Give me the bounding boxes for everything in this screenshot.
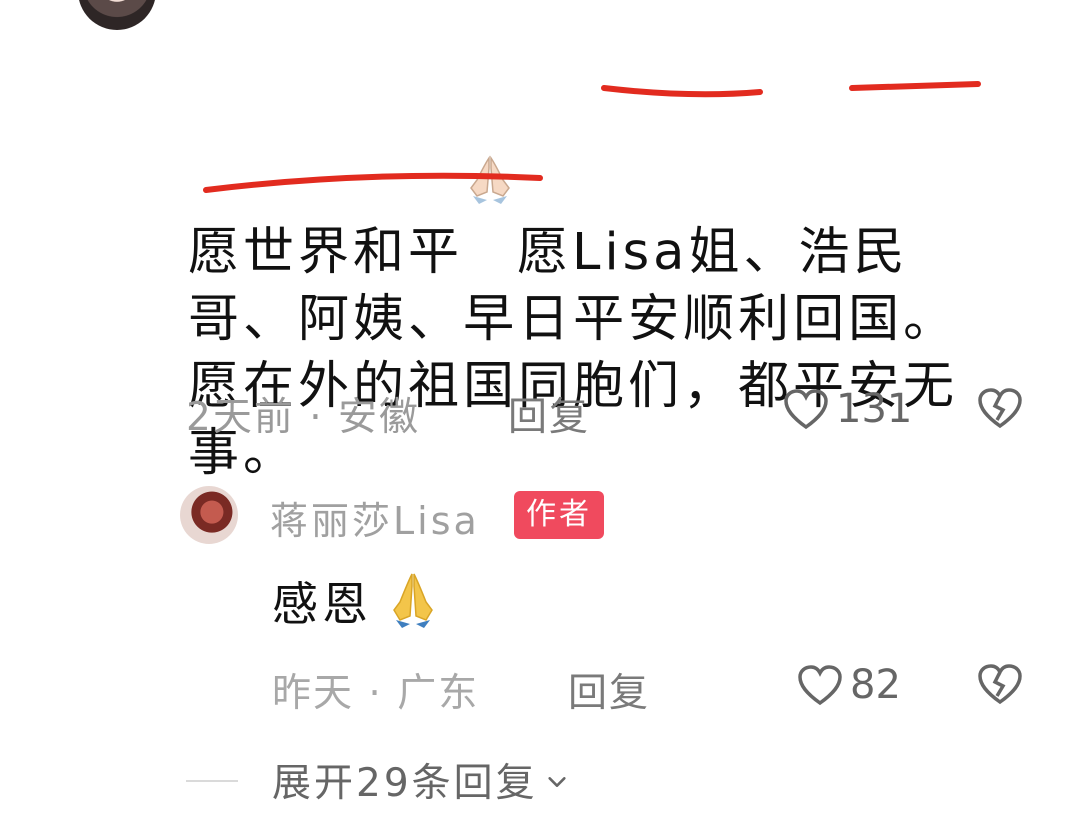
comment-segment: 、	[243, 290, 299, 349]
expand-replies-label: 展开29条回复	[272, 761, 538, 806]
mention-ayi: 阿姨	[298, 290, 409, 349]
author-badge: 作者	[514, 491, 604, 539]
comment-segment: 早	[463, 290, 519, 349]
comment-segment: 愿	[517, 223, 573, 282]
comment-segment: 、	[743, 223, 799, 282]
dislike-button[interactable]	[976, 662, 1024, 706]
broken-heart-icon	[976, 386, 1024, 430]
heart-outline-icon	[796, 663, 844, 707]
mention-haomin: 浩民	[798, 223, 909, 282]
comment-segment: 日平安顺利回国。	[518, 290, 959, 349]
reply-time-location: 昨天 · 广东	[272, 671, 480, 716]
pray-hands-icon	[386, 570, 440, 634]
comment-line-2: 哥、阿姨、早日平安顺利回国。	[188, 286, 1018, 353]
comment-segment: 、	[408, 290, 464, 349]
expand-replies-button[interactable]: 展开29条回复	[272, 752, 568, 808]
like-button[interactable]: 82	[796, 662, 901, 708]
broken-heart-icon	[976, 662, 1024, 706]
comment-segment: 愿世界和平	[188, 223, 464, 282]
like-button[interactable]: 131	[782, 386, 912, 432]
reply-button[interactable]: 回复	[568, 662, 650, 718]
reply-text: 感恩	[272, 577, 372, 631]
divider	[186, 780, 238, 782]
author-avatar[interactable]	[180, 486, 238, 544]
comment-line-1: 愿世界和平 愿Lisa姐、浩民	[188, 20, 1018, 286]
mention-lisa: Lisa姐	[572, 223, 744, 282]
like-count: 82	[850, 662, 901, 708]
like-count: 131	[836, 386, 913, 432]
dislike-button[interactable]	[976, 386, 1024, 430]
commenter-avatar[interactable]	[78, 0, 156, 30]
comment-segment: 哥	[188, 290, 244, 349]
pray-hands-icon	[463, 20, 517, 204]
reply-button[interactable]: 回复	[508, 386, 590, 442]
chevron-down-icon	[546, 758, 568, 803]
author-name[interactable]: 蒋丽莎Lisa	[270, 490, 480, 545]
comment-time-location: 2天前 · 安徽	[186, 395, 421, 440]
heart-outline-icon	[782, 387, 830, 431]
